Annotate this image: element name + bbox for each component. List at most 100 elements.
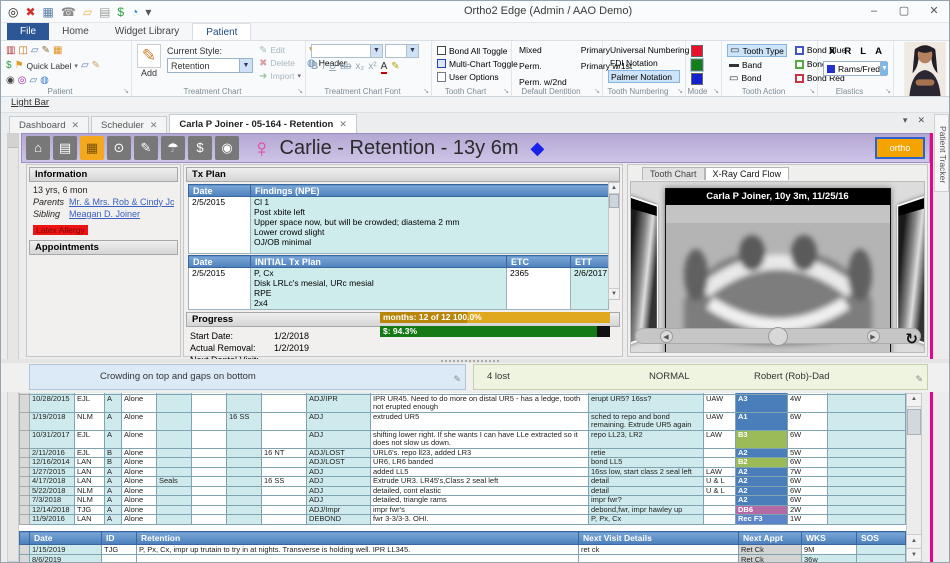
grid-cell-c8[interactable] <box>262 458 307 468</box>
row-gutter[interactable] <box>20 430 30 448</box>
grid-cell-code[interactable]: A2 <box>736 467 788 477</box>
group-expander-icon[interactable]: ↘ <box>809 87 815 95</box>
open-folder-icon[interactable]: ▱ <box>83 6 92 18</box>
retention-cell-next_visit[interactable]: ret ck <box>579 545 739 555</box>
grid-cell-proc[interactable]: ADJ <box>307 412 371 430</box>
grid-cell-flag[interactable]: A <box>105 412 122 430</box>
grid-cell-notes[interactable]: detailed, cont elastic <box>371 486 589 496</box>
tooth-chart-item-user-options[interactable]: User Options <box>437 70 506 83</box>
grid-cell-date[interactable]: 1/27/2015 <box>30 467 75 477</box>
grid-cell-c8[interactable] <box>262 515 307 525</box>
family-icon[interactable]: ◫ <box>18 45 27 56</box>
gutter-collapse-button[interactable] <box>8 134 18 148</box>
grid-cell-code[interactable]: Rec F3 <box>736 515 788 525</box>
grid-cell-c7[interactable] <box>227 394 262 412</box>
doc-tab-scheduler[interactable]: Scheduler✕ <box>91 116 167 133</box>
retention-cell-wks[interactable]: 9M <box>802 545 857 555</box>
grid-cell-next[interactable]: erupt UR5? 16ss? <box>589 394 704 412</box>
grid-cell-code[interactable]: B2 <box>736 458 788 468</box>
grid-cell-proc[interactable]: ADJ <box>307 496 371 506</box>
elastics-letter-l[interactable]: L <box>860 46 866 57</box>
grid-cell-proc[interactable]: ADJ/LOST <box>307 448 371 458</box>
grid-cell-flag[interactable]: A <box>105 505 122 515</box>
dollar-icon[interactable]: $ <box>117 6 124 18</box>
grid-cell-notes[interactable]: added LL5 <box>371 467 589 477</box>
grid-cell-id[interactable]: LAN <box>75 467 105 477</box>
doc-tab-carla-p-joiner-05-164-retention[interactable]: Carla P Joiner - 05-164 - Retention✕ <box>169 114 357 133</box>
grid-cell-next[interactable]: retie <box>589 448 704 458</box>
numbering-universal-numbering[interactable]: Universal Numbering <box>608 44 680 57</box>
grid-cell-wks[interactable]: 7W <box>788 467 828 477</box>
grid-cell-c4[interactable]: Alone <box>122 505 157 515</box>
grid-cell-proc[interactable]: ADJ <box>307 467 371 477</box>
insurance-umbrella-icon[interactable]: ☂ <box>161 136 185 160</box>
grid-cell-notes[interactable]: Extrude UR3. LR45's,Class 2 seal left <box>371 477 589 487</box>
grid-cell-id[interactable]: TJG <box>75 505 105 515</box>
findings-table[interactable]: DateFindings (NPE) 2/5/2015 Cl 1 Post xb… <box>188 184 609 254</box>
retention-cell-date[interactable]: 1/15/2019 <box>30 545 102 555</box>
elastics-letter-r[interactable]: R <box>844 46 851 57</box>
tooth-chart-item-multi-chart-toggle[interactable]: Multi-Chart Toggle <box>437 57 506 70</box>
grid-cell-c7[interactable]: 16 SS <box>227 412 262 430</box>
grid-cell-id[interactable]: NLM <box>75 486 105 496</box>
edit-tag-icon[interactable]: ✎ <box>134 136 158 160</box>
grid-cell-c6[interactable] <box>192 467 227 477</box>
strikethrough-button[interactable]: ab <box>340 61 351 72</box>
grid-cell-id[interactable]: EJL <box>75 448 105 458</box>
tab-close-icon[interactable]: ✕ <box>71 120 79 131</box>
grid-cell-date[interactable]: 5/22/2018 <box>30 486 75 496</box>
grid-cell-aw[interactable] <box>704 515 736 525</box>
grid-cell-next[interactable]: repo LL23, LR2 <box>589 430 704 448</box>
sync-globe-icon[interactable]: ◔ <box>131 6 138 18</box>
grid-cell-c6[interactable] <box>192 430 227 448</box>
grid-cell-c8[interactable] <box>262 486 307 496</box>
grid-cell-aw[interactable] <box>704 448 736 458</box>
grid-cell-c4[interactable]: Alone <box>122 394 157 412</box>
grid-cell-sos[interactable] <box>828 496 906 506</box>
findings-date[interactable]: 2/5/2015 <box>189 197 251 254</box>
grid-cell-date[interactable]: 4/17/2018 <box>30 477 75 487</box>
chevron-down-icon[interactable]: ▾ <box>74 62 78 70</box>
grid-cell-c6[interactable] <box>192 515 227 525</box>
add-page-icon[interactable]: ▱ <box>81 60 89 71</box>
xray-card-flow[interactable]: Carla P Joiner, 10y 3m, 11/25/16 <box>630 181 925 353</box>
grid-cell-c4[interactable]: Alone <box>122 477 157 487</box>
import-button[interactable]: ➜Import▾ <box>259 70 301 82</box>
row-gutter[interactable] <box>20 496 30 506</box>
tooth-action-bond[interactable]: ▭Bond <box>727 73 787 85</box>
retention-cell-date[interactable]: 8/6/2019 <box>30 555 102 563</box>
tab-close-icon[interactable]: ✕ <box>339 119 347 130</box>
retention-grid[interactable]: DateIDRetentionNext Visit DetailsNext Ap… <box>19 531 906 562</box>
home-icon[interactable]: ⌂ <box>26 136 50 160</box>
grid-cell-sos[interactable] <box>828 515 906 525</box>
grid-cell-next[interactable]: sched to repo and bond remaining. Extrud… <box>589 412 704 430</box>
row-gutter[interactable] <box>20 412 30 430</box>
retention-cell-sos[interactable] <box>857 555 906 563</box>
grid-cell-c6[interactable] <box>192 412 227 430</box>
grid-cell-next[interactable]: P, Px, Cx <box>589 515 704 525</box>
mode-color-swatch[interactable] <box>691 59 703 71</box>
grid-cell-code[interactable]: A2 <box>736 477 788 487</box>
grid-cell-aw[interactable]: UAW <box>704 394 736 412</box>
style-dropdown[interactable]: Retention ▼ <box>167 58 253 73</box>
grid-cell-c8[interactable]: 16 NT <box>262 448 307 458</box>
group-expander-icon[interactable]: ↘ <box>297 87 303 95</box>
scroll-thumb[interactable] <box>907 409 921 435</box>
grid-cell-c7[interactable] <box>227 458 262 468</box>
grid-cell-c7[interactable] <box>227 486 262 496</box>
grid-cell-c4[interactable]: Alone <box>122 458 157 468</box>
scroll-thumb[interactable] <box>609 194 619 208</box>
grid-cell-date[interactable]: 1/19/2018 <box>30 412 75 430</box>
grid-cell-c6[interactable] <box>192 486 227 496</box>
chevron-down-icon[interactable]: ▼ <box>406 45 418 57</box>
treatment-chart-grid[interactable]: 10/17/2014LANBAloneADJ/LOSTLRL: PC for U… <box>19 393 906 531</box>
grid-cell-aw[interactable] <box>704 505 736 515</box>
table-row[interactable]: 5/22/2018NLMAAloneADJdetailed, cont elas… <box>20 486 906 496</box>
grid-cell-wks[interactable]: 6W <box>788 486 828 496</box>
grid-cell-c8[interactable] <box>262 430 307 448</box>
table-row[interactable]: 1/15/2019TJGP, Px, Cx, impr up trutain t… <box>20 545 906 555</box>
ledger-icon[interactable]: ▥ <box>6 45 15 56</box>
retention-cell-retention[interactable] <box>137 555 579 563</box>
grid-cell-c5[interactable] <box>157 505 192 515</box>
dentition-perm-[interactable]: Perm. <box>517 60 569 73</box>
